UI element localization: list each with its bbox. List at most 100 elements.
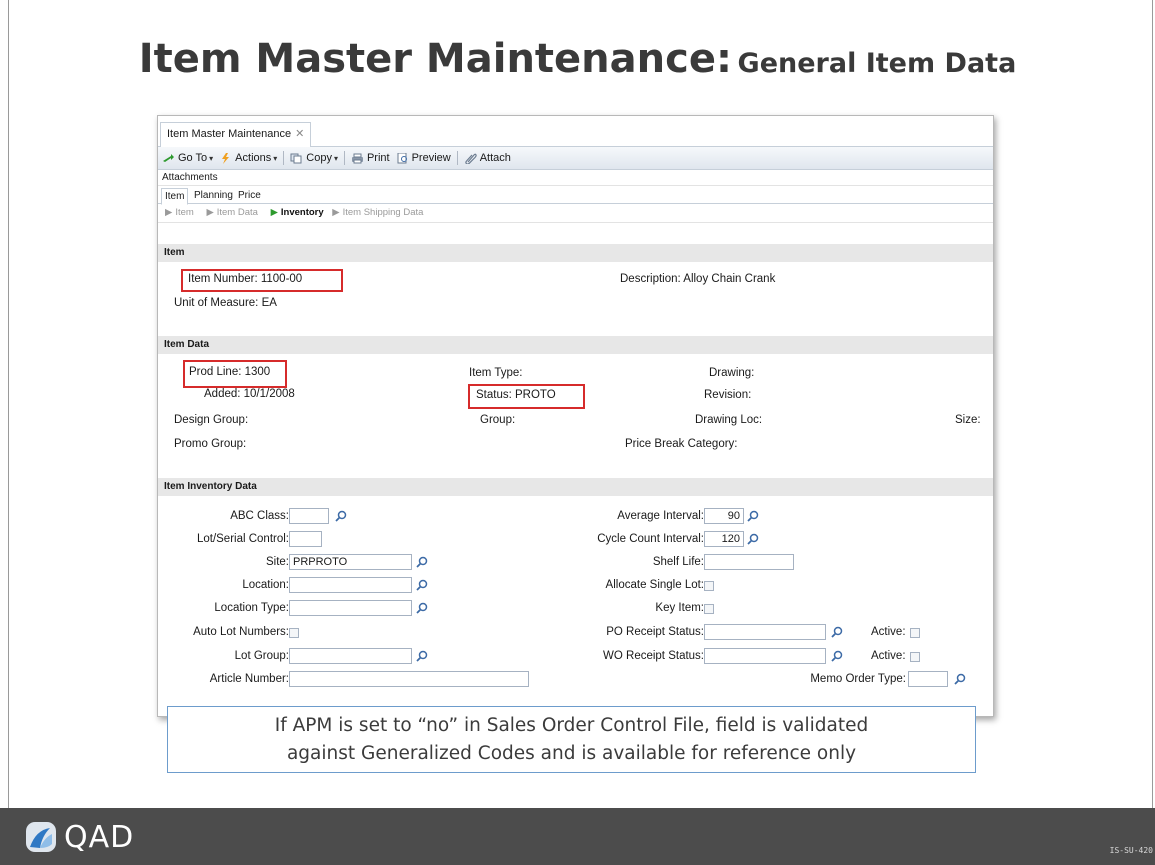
- size-label: Size:: [955, 414, 981, 426]
- description-value: Description: Alloy Chain Crank: [620, 273, 776, 285]
- tab-item-master-maintenance[interactable]: Item Master Maintenance ✕: [160, 122, 312, 147]
- breadcrumb-arrow-icon: ▶: [206, 207, 214, 218]
- po-receipt-label: PO Receipt Status:: [606, 626, 704, 638]
- toolbar-divider: [343, 151, 345, 165]
- auto-lot-checkbox[interactable]: [289, 628, 299, 638]
- po-active-label: Active:: [871, 626, 906, 638]
- copy-button[interactable]: Copy ▾: [290, 152, 338, 164]
- wo-receipt-input[interactable]: [704, 648, 826, 664]
- revision-label: Revision:: [704, 389, 752, 401]
- price-break-label: Price Break Category:: [625, 438, 738, 450]
- key-item-label: Key Item:: [655, 602, 704, 614]
- breadcrumb-arrow-icon: ▶: [332, 207, 340, 218]
- toolbar-divider: [456, 151, 458, 165]
- memo-order-type-input[interactable]: [908, 671, 948, 687]
- callout-line-2: against Generalized Codes and is availab…: [286, 743, 857, 764]
- po-active-checkbox[interactable]: [910, 628, 920, 638]
- breadcrumb-item-item-data[interactable]: Item Data: [217, 207, 258, 218]
- lot-group-label: Lot Group:: [234, 650, 289, 662]
- status-value: Status: PROTO: [476, 389, 556, 401]
- auto-lot-label: Auto Lot Numbers:: [193, 626, 289, 638]
- site-input[interactable]: PRPROTO: [289, 554, 412, 570]
- goto-label: Go To: [178, 152, 208, 164]
- copy-label: Copy: [306, 152, 332, 164]
- abc-class-input[interactable]: [289, 508, 329, 524]
- cycle-count-input[interactable]: 120: [704, 531, 744, 547]
- print-button[interactable]: Print: [351, 152, 390, 164]
- tab-item[interactable]: Item: [161, 188, 189, 205]
- slide-code: IS-SU-420: [1109, 846, 1153, 855]
- shelf-life-label: Shelf Life:: [652, 556, 704, 568]
- search-icon[interactable]: [831, 650, 843, 662]
- wo-active-label: Active:: [871, 650, 906, 662]
- search-icon[interactable]: [747, 510, 759, 522]
- allocate-single-label: Allocate Single Lot:: [605, 579, 704, 591]
- location-input[interactable]: [289, 577, 412, 593]
- goto-arrow-icon: [163, 153, 174, 162]
- search-icon[interactable]: [416, 579, 428, 591]
- window-tabstrip: Item Master Maintenance ✕: [158, 116, 993, 147]
- preview-button[interactable]: Preview: [396, 152, 451, 164]
- preview-label: Preview: [411, 152, 451, 164]
- toolbar: Go To ▾ Actions ▾ Copy ▾ Print Preview Atta…: [158, 147, 993, 170]
- tab-price[interactable]: Price: [235, 188, 264, 203]
- actions-label: Actions: [235, 152, 272, 164]
- tab-planning[interactable]: Planning: [191, 188, 236, 203]
- copy-icon: [290, 153, 302, 163]
- search-icon[interactable]: [416, 602, 428, 614]
- search-icon[interactable]: [416, 556, 428, 568]
- wo-active-checkbox[interactable]: [910, 652, 920, 662]
- search-icon[interactable]: [747, 533, 759, 545]
- article-number-input[interactable]: [289, 671, 529, 687]
- breadcrumb-arrow-icon: ▶: [165, 207, 173, 218]
- search-icon[interactable]: [416, 650, 428, 662]
- section-header-item-data: Item Data: [158, 336, 993, 354]
- breadcrumb: ▶ Item ▶ Item Data ▶ Inventory ▶ Item Shippi…: [158, 204, 993, 223]
- allocate-single-checkbox[interactable]: [704, 581, 714, 591]
- section-header-inventory: Item Inventory Data: [158, 478, 993, 496]
- article-number-label: Article Number:: [209, 673, 289, 685]
- lot-serial-label: Lot/Serial Control:: [196, 533, 289, 545]
- qad-logo-icon: [26, 822, 56, 852]
- attachments-label: Attachments: [162, 172, 218, 183]
- breadcrumb-item-shipping[interactable]: Item Shipping Data: [343, 207, 424, 218]
- print-label: Print: [366, 152, 390, 164]
- qad-logo-text: QAD: [64, 820, 135, 855]
- lot-group-input[interactable]: [289, 648, 412, 664]
- site-label: Site:: [265, 556, 289, 568]
- printer-icon: [351, 153, 363, 163]
- breadcrumb-item-inventory[interactable]: Inventory: [281, 207, 324, 218]
- shelf-life-input[interactable]: [704, 554, 794, 570]
- location-label: Location:: [242, 579, 289, 591]
- lightning-icon: [222, 152, 230, 164]
- tab-label: Item Master Maintenance: [167, 128, 292, 140]
- goto-button[interactable]: Go To ▾: [162, 152, 213, 164]
- drawing-label: Drawing:: [709, 367, 755, 379]
- location-type-label: Location Type:: [214, 602, 289, 614]
- attach-button[interactable]: Attach: [464, 152, 511, 164]
- attachments-row[interactable]: Attachments: [158, 170, 993, 186]
- actions-button[interactable]: Actions ▾: [219, 152, 277, 164]
- item-number-value: Item Number: 1100-00: [188, 273, 303, 285]
- key-item-checkbox[interactable]: [704, 604, 714, 614]
- po-receipt-input[interactable]: [704, 624, 826, 640]
- breadcrumb-active-arrow-icon: ▶: [270, 207, 278, 218]
- chevron-down-icon: ▾: [333, 153, 338, 163]
- avg-interval-input[interactable]: 90: [704, 508, 744, 524]
- chevron-down-icon: ▾: [273, 153, 278, 163]
- lot-serial-input[interactable]: [289, 531, 322, 547]
- design-group-label: Design Group:: [174, 414, 249, 426]
- item-master-window: Item Master Maintenance ✕ Go To ▾ Actions ▾…: [157, 115, 994, 717]
- chevron-down-icon: ▾: [209, 153, 214, 163]
- search-icon[interactable]: [831, 626, 843, 638]
- preview-icon: [397, 152, 407, 163]
- breadcrumb-item-item[interactable]: Item: [175, 207, 193, 218]
- slide-title-main: Item Master Maintenance:: [138, 36, 732, 82]
- location-type-input[interactable]: [289, 600, 412, 616]
- close-icon[interactable]: ✕: [295, 128, 304, 140]
- wo-receipt-label: WO Receipt Status:: [603, 650, 704, 662]
- search-icon[interactable]: [335, 510, 347, 522]
- search-icon[interactable]: [954, 673, 966, 685]
- cycle-count-label: Cycle Count Interval:: [597, 533, 704, 545]
- abc-class-label: ABC Class:: [230, 510, 289, 522]
